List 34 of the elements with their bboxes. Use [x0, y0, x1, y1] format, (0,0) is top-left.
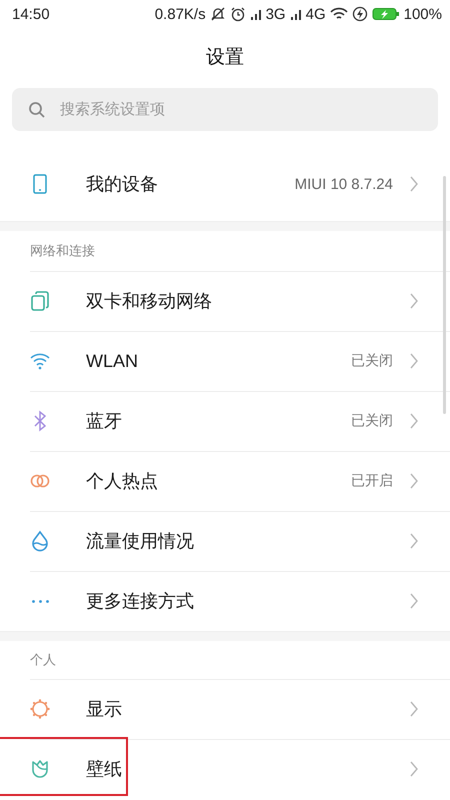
settings-row[interactable]: 流量使用情况 [0, 511, 450, 571]
setting-value: 已关闭 [351, 412, 393, 430]
network-type: 3G [266, 6, 286, 22]
search-icon [28, 100, 46, 118]
network-speed: 0.87K/s [154, 6, 206, 22]
alarm-icon [230, 6, 246, 22]
settings-row[interactable]: 更多连接方式 [0, 571, 450, 631]
setting-value: 已关闭 [351, 352, 393, 370]
sun-icon [28, 697, 52, 721]
signal-icon [250, 7, 262, 21]
battery-level: 100% [404, 6, 442, 22]
muted-bell-icon [210, 6, 226, 22]
settings-row[interactable]: 个人热点 已开启 [0, 451, 450, 511]
search-field[interactable]: 搜索系统设置项 [58, 100, 422, 119]
more-icon [32, 600, 48, 602]
settings-row[interactable]: 双卡和移动网络 [0, 271, 450, 331]
setting-value: 已开启 [351, 472, 393, 490]
page-title: 设置 [205, 46, 245, 70]
lightning-icon [352, 6, 368, 22]
signal-icon [290, 7, 302, 21]
settings-row[interactable]: 显示 [0, 679, 450, 739]
status-time: 14:50 [12, 6, 50, 22]
section-header: 个人 [29, 651, 57, 669]
settings-row[interactable]: WLAN 已关闭 [0, 331, 450, 391]
sim-cards-icon [28, 289, 52, 313]
settings-row[interactable]: 蓝牙 已关闭 [0, 391, 450, 451]
battery-icon [372, 7, 400, 21]
search-bar[interactable]: 搜索系统设置项 [12, 88, 438, 131]
wifi-icon [330, 7, 348, 21]
network-type: 4G [306, 6, 326, 22]
settings-row[interactable]: 壁纸 [0, 739, 450, 799]
settings-row[interactable]: 我的设备 MIUI 10 8.7.24 [0, 147, 450, 221]
setting-value: MIUI 10 8.7.24 [294, 176, 393, 192]
section-header: 网络和连接 [29, 242, 96, 260]
